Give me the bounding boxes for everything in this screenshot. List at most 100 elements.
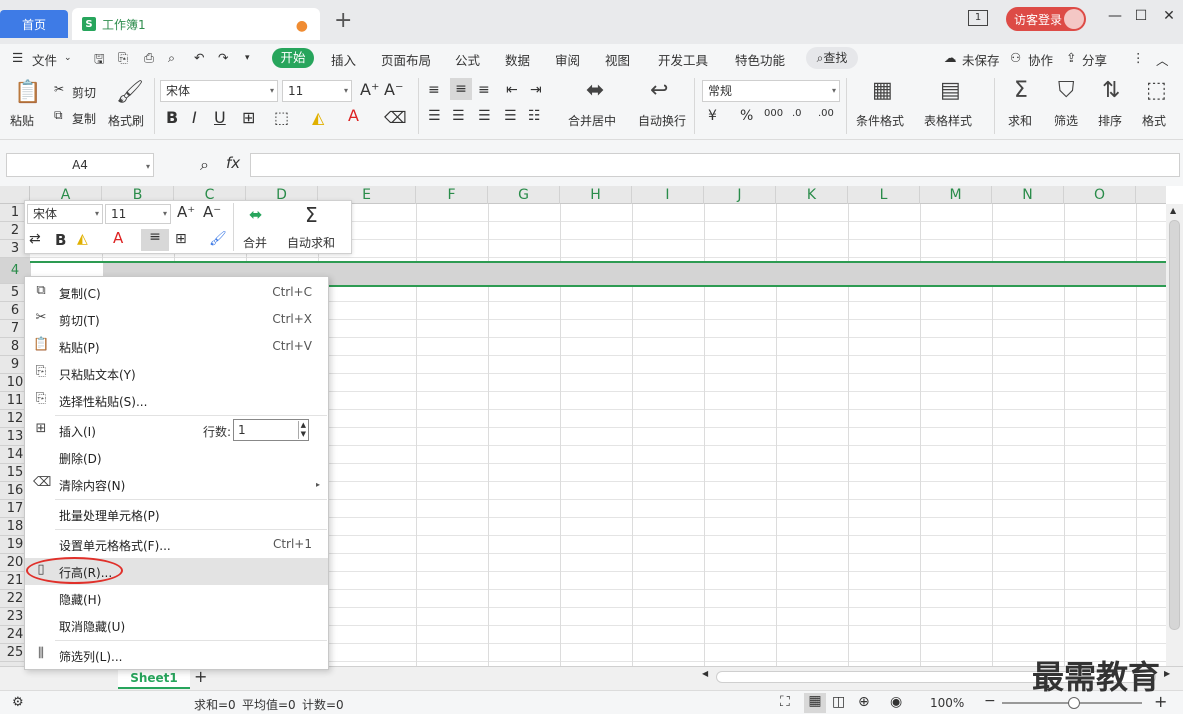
print-icon[interactable]: ⎙ [144,50,154,66]
zoom-formula-icon[interactable]: ⌕ [200,155,209,175]
mini-merge-icon[interactable]: ⬌ [249,205,262,224]
tab-developer[interactable]: 开发工具 [658,50,708,69]
tab-insert[interactable]: 插入 [331,50,356,69]
cut-icon[interactable]: ✂ [54,82,64,96]
vertical-scrollbar[interactable]: ▲ [1166,204,1183,666]
menu-item-hide[interactable]: 隐藏(H) [25,585,328,612]
zoom-out-icon[interactable]: − [984,693,996,709]
merge-center-icon[interactable]: ⬌ [586,78,604,103]
menu-item-filter-column[interactable]: ⫼ 筛选列(L)... [25,642,328,669]
menu-file[interactable]: 文件 [32,50,57,69]
column-header-i[interactable]: I [632,186,704,204]
name-box[interactable]: A4 ▾ [6,153,154,177]
mini-bold-button[interactable]: B [55,231,66,249]
mini-size-select[interactable]: 11 ▾ [105,204,171,224]
column-header-j[interactable]: J [704,186,776,204]
column-header-f[interactable]: F [416,186,488,204]
menu-item-clear[interactable]: ⌫ 清除内容(N) ▸ [25,471,328,498]
share-button[interactable]: 分享 [1082,50,1107,69]
mini-decrease-font-icon[interactable]: A⁻ [203,203,221,221]
bold-button[interactable]: B [166,108,178,127]
column-header-n[interactable]: N [992,186,1064,204]
search-button[interactable]: ⌕查找 [806,47,858,69]
column-header-g[interactable]: G [488,186,560,204]
scroll-thumb[interactable] [1169,220,1180,630]
copy-icon[interactable]: ⧉ [54,108,63,123]
zoom-slider-handle[interactable] [1068,697,1080,709]
font-size-select[interactable]: 11 ▾ [282,80,352,102]
collab-button[interactable]: 协作 [1028,50,1053,69]
align-left-icon[interactable]: ☰ [428,108,441,124]
mini-merge-split-icon[interactable]: ⇄ [29,231,41,247]
italic-button[interactable]: I [192,108,197,127]
distribute-icon[interactable]: ☷ [528,108,541,124]
thousands-icon[interactable]: 000 [764,108,783,119]
rows-count-input[interactable]: 1 ▲ ▼ [233,419,309,441]
new-tab-button[interactable]: + [334,8,352,33]
currency-icon[interactable]: ¥ [708,108,717,124]
tab-home[interactable]: 首页 [0,10,68,38]
font-color-icon[interactable]: A [348,106,359,125]
cut-button[interactable]: 剪切 [72,84,96,101]
merge-center-button[interactable]: 合并居中 [568,112,616,129]
mini-fill-color-icon[interactable]: ◭ [77,231,88,247]
table-style-icon[interactable]: ▤ [940,78,961,103]
collapse-ribbon-icon[interactable]: ︿ [1156,50,1169,69]
mini-merge-button[interactable]: 合并 [243,234,267,251]
sheet-tab-sheet1[interactable]: Sheet1 [118,667,190,689]
decrease-decimal-icon[interactable]: .00 [818,108,834,119]
format-button[interactable]: 格式 [1142,112,1166,129]
more-icon[interactable]: ⋮ [1132,50,1145,65]
align-bottom-icon[interactable]: ≡ [478,82,490,98]
scroll-up-icon[interactable]: ▲ [1170,206,1176,215]
number-format-select[interactable]: 常规 ▾ [702,80,840,102]
menu-item-insert[interactable]: ⊞ 插入(I) 行数: 1 ▲ ▼ [25,417,328,444]
column-header-o[interactable]: O [1064,186,1136,204]
wrap-text-icon[interactable]: ↩ [650,78,668,103]
export-icon[interactable]: ⎘ [118,50,128,66]
font-name-select[interactable]: 宋体 ▾ [160,80,278,102]
normal-view-icon[interactable]: ▦ [804,693,826,713]
decrease-font-icon[interactable]: A⁻ [384,80,403,99]
underline-button[interactable]: U [214,108,226,127]
menu-item-paste-text[interactable]: ⎘ 只粘贴文本(Y) [25,360,328,387]
mini-border-icon[interactable]: ⊞ [175,231,187,247]
copy-button[interactable]: 复制 [72,110,96,127]
hamburger-icon[interactable]: ☰ [12,50,23,65]
tab-review[interactable]: 审阅 [555,50,580,69]
tab-formula[interactable]: 公式 [455,50,480,69]
justify-icon[interactable]: ☰ [504,108,517,124]
format-painter-button[interactable]: 格式刷 [108,112,144,129]
sum-button[interactable]: 求和 [1008,112,1032,129]
scroll-left-icon[interactable]: ◀ [702,669,708,678]
align-top-icon[interactable]: ≡ [428,82,440,98]
menu-item-format-cells[interactable]: 设置单元格格式(F)... Ctrl+1 [25,531,328,558]
tab-start[interactable]: 开始 [272,48,314,68]
align-middle-icon[interactable]: ≡ [450,78,472,100]
mini-align-icon[interactable]: ≡ [141,229,169,251]
sum-icon[interactable]: Σ [1014,78,1028,103]
fx-icon[interactable]: fx [226,154,240,172]
preview-icon[interactable]: ⌕ [168,50,175,66]
minimize-icon[interactable]: — [1104,8,1126,24]
tab-workbook[interactable]: S 工作簿1 ● [72,8,320,40]
mini-font-color-icon[interactable]: A [113,229,123,247]
mini-increase-font-icon[interactable]: A⁺ [177,203,195,221]
maximize-icon[interactable]: ☐ [1130,8,1152,24]
mini-format-painter-icon[interactable]: 🖌 [209,231,227,247]
paste-button[interactable]: 粘贴 [10,112,34,129]
redo-icon[interactable]: ↷ [218,50,228,65]
increase-font-icon[interactable]: A⁺ [360,80,379,99]
sort-icon[interactable]: ⇅ [1102,78,1120,103]
conditional-format-icon[interactable]: ▦ [872,78,893,103]
fill-color-icon[interactable]: ◭ [312,108,324,127]
wrap-text-button[interactable]: 自动换行 [638,112,686,129]
page-break-icon[interactable]: ⊕ [858,694,870,710]
column-header-m[interactable]: M [920,186,992,204]
tab-special[interactable]: 特色功能 [735,50,785,69]
close-icon[interactable]: ✕ [1158,8,1180,24]
unsaved-label[interactable]: 未保存 [962,50,1000,69]
border-icon[interactable]: ⊞ [242,108,255,127]
menu-item-delete[interactable]: 删除(D) [25,444,328,471]
mini-autosum-button[interactable]: 自动求和 [287,234,335,251]
